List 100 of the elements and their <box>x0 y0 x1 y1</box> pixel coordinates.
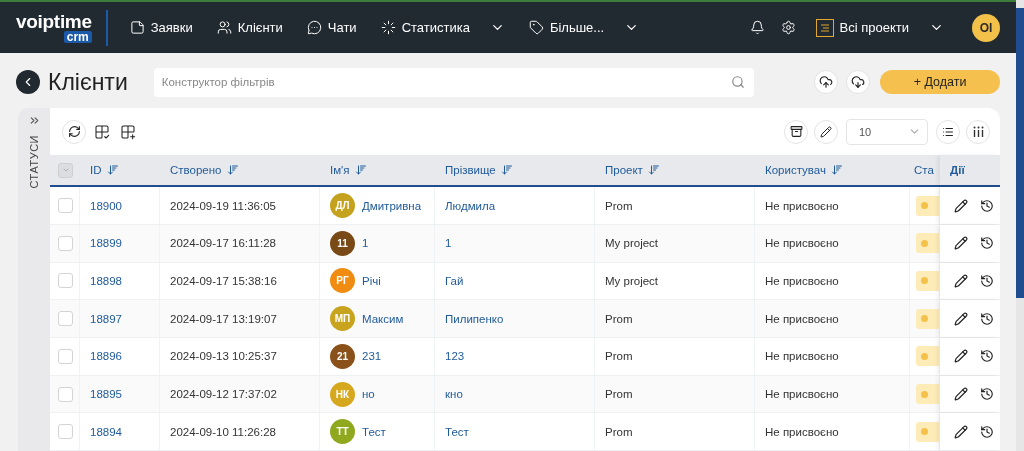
upload-button[interactable] <box>814 70 838 94</box>
id-link[interactable]: 18894 <box>90 425 122 438</box>
statuses-label[interactable]: СТАТУСИ <box>28 135 40 189</box>
table-cell: Не присвоєно <box>765 199 839 212</box>
table-cell: Prom <box>605 350 633 363</box>
select-all-checkbox[interactable] <box>58 162 73 178</box>
table-cell: 2024-09-17 15:38:16 <box>170 274 277 287</box>
grid-check-button[interactable] <box>92 123 112 140</box>
first-name-link[interactable]: Дмитривна <box>362 199 422 212</box>
edit-button[interactable] <box>952 424 970 439</box>
first-name-link[interactable]: Тест <box>362 425 386 438</box>
first-name-link[interactable]: но <box>362 388 375 400</box>
last-name-link[interactable]: Гай <box>445 274 464 287</box>
row-checkbox[interactable] <box>58 273 73 289</box>
page-title: Клієнти <box>48 68 128 96</box>
scrollbar[interactable] <box>1016 0 1024 451</box>
id-link[interactable]: 18900 <box>90 199 122 212</box>
history-button[interactable] <box>978 198 996 213</box>
id-link[interactable]: 18895 <box>90 388 122 400</box>
list-view-button[interactable] <box>936 119 960 144</box>
last-name-link[interactable]: Людмила <box>445 199 496 212</box>
nav-item[interactable]: Чати <box>294 20 369 35</box>
sort-icon[interactable] <box>830 164 843 177</box>
table-cell: Не присвоєно <box>765 274 839 287</box>
row-checkbox[interactable] <box>58 386 73 402</box>
sort-icon[interactable] <box>500 164 513 177</box>
id-link[interactable]: 18899 <box>90 237 122 250</box>
edit-button[interactable] <box>952 387 970 401</box>
last-name-link[interactable]: Пилипенко <box>445 312 504 325</box>
column-header[interactable]: Створено <box>170 164 222 177</box>
table-cell: 2024-09-13 10:25:37 <box>170 350 277 363</box>
first-name-link[interactable]: Річі <box>362 274 381 287</box>
last-name-link[interactable]: 123 <box>445 350 465 363</box>
grid-plus-icon <box>120 123 136 140</box>
id-link[interactable]: 18897 <box>90 312 122 325</box>
column-header[interactable]: ID <box>90 164 102 177</box>
row-checkbox[interactable] <box>58 424 73 440</box>
history-button[interactable] <box>978 236 996 251</box>
history-icon <box>980 311 994 326</box>
edit-button[interactable] <box>952 236 970 251</box>
row-checkbox[interactable] <box>58 198 73 214</box>
history-button[interactable] <box>978 273 996 288</box>
project-switcher[interactable]: Всі проекти <box>809 17 950 38</box>
nav-item[interactable]: Клієнти <box>204 20 295 35</box>
download-button[interactable] <box>846 70 870 94</box>
edit-button[interactable] <box>952 349 970 364</box>
avatar: 11 <box>330 230 355 256</box>
sort-icon[interactable] <box>647 164 660 177</box>
refresh-button[interactable] <box>62 119 86 144</box>
sort-icon[interactable] <box>226 164 239 177</box>
per-page-select[interactable]: 10 <box>846 118 928 145</box>
bell-icon <box>749 20 765 35</box>
grid-plus-button[interactable] <box>118 123 138 140</box>
first-name-link[interactable]: 231 <box>362 350 382 363</box>
id-link[interactable]: 18896 <box>90 350 122 363</box>
refresh-icon <box>67 125 81 139</box>
history-button[interactable] <box>978 349 996 364</box>
filter-field[interactable]: Конструктор фільтрів <box>153 67 754 97</box>
row-checkbox[interactable] <box>58 235 73 251</box>
history-icon <box>980 198 994 213</box>
edit-button[interactable] <box>952 198 970 213</box>
first-name-link[interactable]: Максим <box>362 312 404 325</box>
search-icon[interactable] <box>730 75 745 89</box>
user-avatar[interactable]: OI <box>972 13 1000 42</box>
pencil-icon <box>954 349 968 364</box>
last-name-link[interactable]: кно <box>445 388 463 400</box>
history-button[interactable] <box>978 424 996 439</box>
columns-icon <box>972 126 984 138</box>
column-header[interactable]: Ста <box>914 164 934 177</box>
table-cell: Не присвоєно <box>765 312 839 325</box>
edit-button[interactable] <box>952 311 970 326</box>
table-cell: 2024-09-19 11:36:05 <box>170 199 276 212</box>
history-button[interactable] <box>978 387 996 401</box>
back-button[interactable] <box>16 70 40 94</box>
edit-button[interactable] <box>814 119 838 144</box>
nav-item[interactable]: Більше... <box>516 20 652 35</box>
last-name-link[interactable]: 1 <box>445 237 452 250</box>
edit-button[interactable] <box>952 273 970 288</box>
nav-item[interactable]: Статистика <box>368 20 517 35</box>
row-checkbox[interactable] <box>58 311 73 327</box>
nav-item[interactable]: Заявки <box>117 20 205 35</box>
column-header[interactable]: Прізвище <box>445 164 496 177</box>
history-button[interactable] <box>978 311 996 326</box>
avatar: РГ <box>330 268 355 294</box>
sort-icon[interactable] <box>106 164 119 177</box>
table-cell: 2024-09-10 11:26:28 <box>170 425 276 438</box>
sort-icon[interactable] <box>354 164 367 177</box>
columns-button[interactable] <box>966 119 990 144</box>
status-chip <box>916 195 939 216</box>
archive-button[interactable] <box>784 119 808 144</box>
list-icon <box>942 125 954 138</box>
column-header[interactable]: Ім'я <box>330 164 350 177</box>
last-name-link[interactable]: Тест <box>445 425 469 438</box>
column-header[interactable]: Проект <box>605 164 643 177</box>
add-button[interactable]: + Додати <box>880 70 1000 94</box>
first-name-link[interactable]: 1 <box>362 237 369 250</box>
chat-icon <box>306 20 322 35</box>
column-header[interactable]: Користувач <box>765 164 826 177</box>
id-link[interactable]: 18898 <box>90 274 122 287</box>
row-checkbox[interactable] <box>58 348 73 364</box>
